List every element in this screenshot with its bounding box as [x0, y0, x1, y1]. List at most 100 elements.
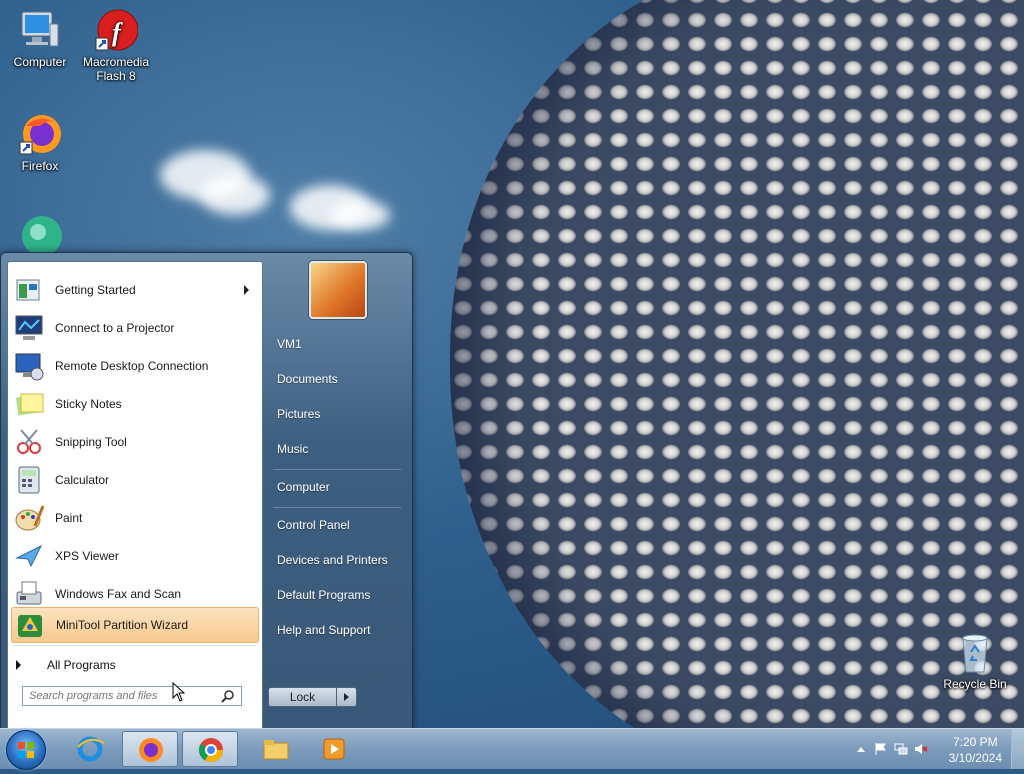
separator: [14, 645, 256, 646]
paint-icon: [13, 502, 45, 534]
start-right-devices-printers[interactable]: Devices and Printers: [271, 545, 403, 575]
user-picture[interactable]: [309, 261, 367, 319]
taskbar-internet-explorer[interactable]: [62, 731, 118, 767]
chrome-icon: [197, 736, 225, 764]
program-label: Windows Fax and Scan: [55, 587, 182, 601]
program-label: XPS Viewer: [55, 549, 119, 563]
start-right-help-support[interactable]: Help and Support: [271, 615, 403, 645]
sticky-notes-icon: [13, 388, 45, 420]
program-remote-desktop[interactable]: Remote Desktop Connection: [11, 348, 259, 384]
program-label: Calculator: [55, 473, 110, 487]
flash-icon: f: [94, 8, 139, 52]
submenu-arrow-icon: [244, 285, 249, 295]
projector-icon: [13, 312, 45, 344]
desktop-icon-computer[interactable]: Computer: [0, 8, 80, 69]
right-item-label: Pictures: [277, 407, 321, 421]
program-label: Remote Desktop Connection: [55, 359, 209, 373]
desktop-icon-flash[interactable]: f Macromedia Flash 8: [76, 8, 156, 83]
start-right-pictures[interactable]: Pictures: [271, 399, 403, 429]
start-menu: Getting Started Connect to a Projector R…: [0, 252, 413, 730]
all-programs-label: All Programs: [47, 658, 116, 672]
program-getting-started[interactable]: Getting Started: [11, 272, 259, 308]
program-label: MiniTool Partition Wizard: [56, 618, 189, 632]
xps-viewer-icon: [13, 540, 45, 572]
program-label: Paint: [55, 511, 83, 525]
cloud: [200, 175, 270, 215]
search-input[interactable]: [23, 689, 221, 703]
cloud: [330, 200, 390, 230]
program-label: Connect to a Projector: [55, 321, 175, 335]
separator: [273, 469, 401, 470]
separator: [273, 507, 401, 508]
search-box[interactable]: [22, 686, 242, 706]
firefox-icon: [137, 736, 165, 764]
right-item-label: Control Panel: [277, 518, 350, 532]
desktop-icon-label: Macromedia Flash 8: [82, 55, 150, 83]
program-connect-projector[interactable]: Connect to a Projector: [11, 310, 259, 346]
program-snipping-tool[interactable]: Snipping Tool: [11, 424, 259, 460]
volume-muted-icon[interactable]: [914, 743, 928, 755]
remote-desktop-icon: [13, 350, 45, 382]
search-icon[interactable]: [221, 689, 235, 703]
action-center-flag-icon[interactable]: [874, 743, 888, 755]
program-label: Snipping Tool: [55, 435, 127, 449]
file-explorer-icon: [262, 735, 290, 763]
right-item-label: Music: [277, 442, 309, 456]
start-right-computer[interactable]: Computer: [271, 472, 403, 502]
right-item-label: Devices and Printers: [277, 553, 388, 567]
recycle-bin-icon: [953, 630, 997, 674]
start-right-default-programs[interactable]: Default Programs: [271, 580, 403, 610]
taskbar-firefox[interactable]: [122, 731, 178, 767]
taskbar-media-player[interactable]: [306, 731, 362, 767]
programs-panel: Getting Started Connect to a Projector R…: [7, 261, 263, 730]
right-item-label: Documents: [277, 372, 338, 386]
clock-time: 7:20 PM: [952, 735, 998, 749]
computer-icon: [18, 8, 62, 52]
all-programs-button[interactable]: All Programs: [16, 654, 116, 676]
start-button[interactable]: [6, 730, 46, 770]
program-paint[interactable]: Paint: [11, 500, 259, 536]
desktop-icon-label: Recycle Bin: [943, 677, 1007, 691]
internet-explorer-icon: [76, 735, 105, 763]
desktop-icon-label: Firefox: [21, 159, 59, 173]
program-xps-viewer[interactable]: XPS Viewer: [11, 538, 259, 574]
shutdown-options-button[interactable]: [337, 687, 357, 707]
desktop-icon-label: Computer: [13, 55, 67, 69]
taskbar-chrome[interactable]: [182, 731, 238, 767]
desktop-icon-firefox[interactable]: Firefox: [0, 112, 80, 173]
start-right-documents[interactable]: Documents: [271, 364, 403, 394]
taskbar-file-explorer[interactable]: [248, 731, 304, 767]
program-calculator[interactable]: Calculator: [11, 462, 259, 498]
mouse-cursor-icon: [172, 682, 186, 702]
right-item-label: Computer: [277, 480, 330, 494]
fax-scan-icon: [13, 578, 45, 610]
chevron-up-icon[interactable]: [854, 743, 868, 755]
taskbar: 7:20 PM 3/10/2024: [0, 728, 1024, 770]
network-icon[interactable]: [894, 743, 908, 755]
firefox-icon: [18, 112, 62, 156]
clock[interactable]: 7:20 PM 3/10/2024: [949, 734, 1002, 766]
getting-started-icon: [13, 274, 45, 306]
system-tray: 7:20 PM 3/10/2024: [834, 729, 1024, 769]
clock-date: 3/10/2024: [948, 751, 1002, 765]
minitool-icon: [14, 609, 46, 641]
start-right-vm1[interactable]: VM1: [271, 329, 403, 359]
chevron-right-icon: [16, 660, 21, 670]
program-sticky-notes[interactable]: Sticky Notes: [11, 386, 259, 422]
media-player-icon: [320, 735, 348, 763]
show-desktop-button[interactable]: [1011, 729, 1024, 769]
calculator-icon: [13, 464, 45, 496]
program-label: Getting Started: [55, 283, 136, 297]
wallpaper-dome: [450, 0, 1024, 728]
snipping-tool-icon: [13, 426, 45, 458]
lock-button[interactable]: Lock: [268, 687, 337, 707]
program-minitool-partition-wizard[interactable]: MiniTool Partition Wizard: [11, 607, 259, 643]
windows-logo-icon: [18, 742, 34, 758]
right-item-label: Help and Support: [277, 623, 371, 637]
desktop-icon-recycle-bin[interactable]: Recycle Bin: [935, 630, 1015, 691]
start-right-music[interactable]: Music: [271, 434, 403, 464]
right-item-label: VM1: [277, 337, 302, 351]
start-right-control-panel[interactable]: Control Panel: [271, 510, 403, 540]
right-item-label: Default Programs: [277, 588, 371, 602]
program-label: Sticky Notes: [55, 397, 122, 411]
